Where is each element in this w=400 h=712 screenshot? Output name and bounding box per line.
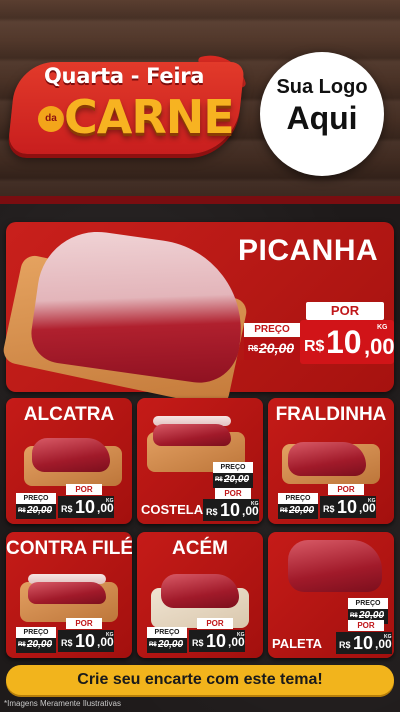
new-price-label: POR [348, 620, 384, 631]
old-price: R$ 20,00 [278, 504, 318, 519]
alcatra-image [32, 438, 110, 472]
new-price-currency: R$ [339, 640, 351, 650]
new-price: R$ 10 ,00 KG [58, 496, 114, 518]
new-price-currency: R$ [304, 338, 325, 355]
old-price: R$ 20,00 [147, 638, 187, 653]
old-price-currency: R$ [248, 344, 259, 353]
header-divider [0, 196, 400, 204]
old-price: R$ 20,00 [16, 638, 56, 653]
new-price-currency: R$ [323, 504, 335, 514]
new-price: R$ 10 ,00 KG [320, 496, 376, 518]
old-price-value: 20,00 [158, 639, 184, 650]
product-name: CONTRA FILÉ [6, 538, 132, 559]
new-price: R$ 10 ,00 KG [336, 632, 392, 654]
new-price-integer: 10 [337, 497, 358, 517]
old-price-value: 20,00 [289, 505, 315, 516]
old-price-label: PREÇO [147, 627, 187, 638]
unit-label: KG [251, 501, 259, 507]
new-price-label: POR [66, 618, 102, 629]
new-price: R$ 10 ,00 KG [300, 320, 395, 364]
cta-banner[interactable]: Crie seu encarte com este tema! [6, 665, 394, 695]
new-price-decimal: ,00 [364, 334, 395, 359]
new-price: R$ 10 ,00 KG [189, 630, 245, 652]
new-price: R$ 10 ,00 KG [58, 630, 114, 652]
old-price-currency: R$ [18, 508, 26, 514]
unit-label: KG [106, 498, 114, 504]
old-price-currency: R$ [350, 613, 358, 619]
logo-weekday: Quarta - Feira [44, 64, 205, 88]
product-card-acem: ACÉM PREÇO R$ 20,00 POR R$ 10 ,00 KG [137, 532, 263, 658]
new-price-currency: R$ [61, 504, 73, 514]
contra-file-image [28, 582, 106, 604]
new-price-integer: 10 [75, 497, 96, 517]
new-price-integer: 10 [75, 631, 96, 651]
old-price-label: PREÇO [16, 493, 56, 504]
unit-label: KG [384, 634, 392, 640]
old-price-value: 20,00 [259, 340, 295, 356]
old-price-label: PREÇO [348, 598, 388, 609]
costela-image [153, 424, 231, 446]
product-name: PALETA [272, 636, 323, 651]
acem-image [161, 574, 239, 608]
event-logo: Quarta - Feira da CARNE [7, 47, 247, 156]
old-price-currency: R$ [149, 642, 157, 648]
old-price-label: PREÇO [244, 323, 300, 337]
new-price-label: POR [66, 484, 102, 495]
unit-label: KG [368, 498, 376, 504]
old-price-value: 20,00 [224, 474, 250, 485]
new-price-label: POR [197, 618, 233, 629]
product-name: COSTELA [141, 502, 204, 517]
old-price-label: PREÇO [213, 462, 253, 473]
old-price-currency: R$ [18, 642, 26, 648]
product-name: FRALDINHA [275, 404, 387, 425]
store-logo-line1: Sua Logo [276, 76, 368, 98]
new-price-label: POR [215, 488, 251, 499]
old-price-currency: R$ [280, 508, 288, 514]
new-price-currency: R$ [61, 638, 73, 648]
new-price-integer: 10 [220, 500, 241, 520]
product-card-fraldinha: FRALDINHA PREÇO R$ 20,00 POR R$ 10 ,00 K… [268, 398, 394, 524]
old-price-label: PREÇO [278, 493, 318, 504]
new-price-integer: 10 [353, 633, 374, 653]
unit-label: KG [377, 324, 388, 331]
new-price-label: POR [328, 484, 364, 495]
product-name: ACÉM [172, 538, 228, 559]
picanha-image [27, 224, 253, 388]
fraldinha-image [288, 442, 366, 476]
disclaimer-text: *Imagens Meramente Ilustrativas [4, 699, 121, 708]
product-name: ALCATRA [23, 404, 115, 425]
unit-label: KG [106, 632, 114, 638]
new-price-integer: 10 [326, 324, 362, 360]
new-price-currency: R$ [192, 638, 204, 648]
logo-title: CARNE [64, 90, 235, 144]
store-logo-line2: Aqui [286, 100, 358, 136]
featured-product-card: PICANHA PREÇO R$ 20,00 POR R$ 10 ,00 KG [1, 222, 395, 409]
old-price: R$ 20,00 [213, 473, 253, 488]
unit-label: KG [237, 632, 245, 638]
new-price: R$ 10 ,00 KG [203, 499, 259, 521]
old-price-label: PREÇO [16, 627, 56, 638]
new-price-integer: 10 [206, 631, 227, 651]
featured-product-name: PICANHA [238, 234, 379, 267]
logo-da-badge: da [38, 106, 64, 132]
old-price: R$ 20,00 [244, 338, 300, 360]
product-card-costela: COSTELA PREÇO R$ 20,00 POR R$ 10 ,00 KG [137, 398, 263, 524]
new-price-currency: R$ [206, 507, 218, 517]
product-card-alcatra: ALCATRA PREÇO R$ 20,00 POR R$ 10 ,00 KG [6, 398, 132, 524]
old-price: R$ 20,00 [16, 504, 56, 519]
old-price-value: 20,00 [27, 505, 53, 516]
new-price-label: POR [306, 302, 384, 320]
paleta-image [288, 540, 382, 592]
store-logo-placeholder: Sua Logo Aqui [260, 52, 384, 176]
product-card-contra-file: CONTRA FILÉ PREÇO R$ 20,00 POR R$ 10 ,00… [6, 532, 132, 658]
old-price-currency: R$ [215, 477, 223, 483]
product-card-paleta: PALETA PREÇO R$ 20,00 POR R$ 10 ,00 KG [268, 532, 394, 658]
old-price-value: 20,00 [27, 639, 53, 650]
